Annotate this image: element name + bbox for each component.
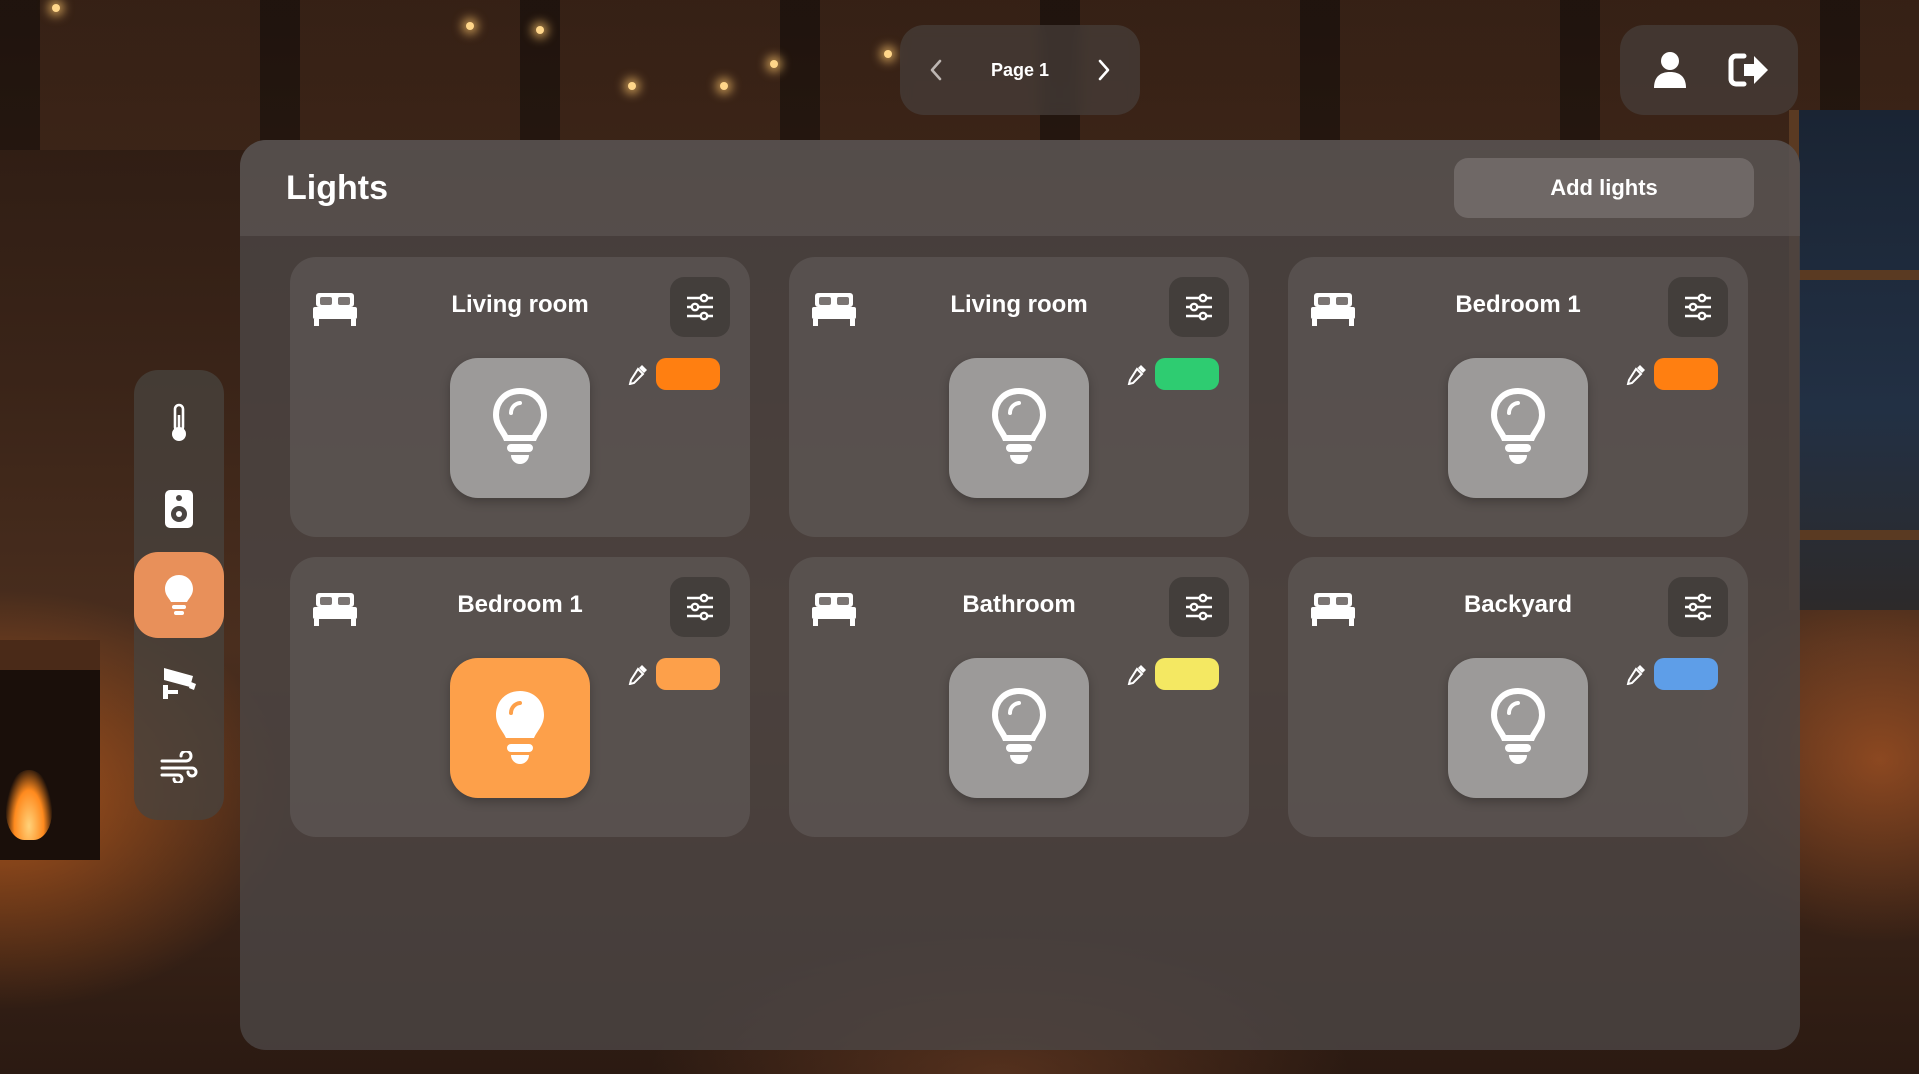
light-toggle-button[interactable] — [450, 658, 590, 798]
lights-panel: Lights Add lights Living room Living roo… — [240, 140, 1800, 1050]
eyedropper-icon[interactable] — [627, 663, 649, 685]
lightbulb-icon — [492, 387, 548, 464]
color-swatch[interactable] — [1654, 358, 1718, 390]
page-title: Lights — [286, 168, 388, 207]
light-toggle-button[interactable] — [450, 358, 590, 498]
sidebar-item-climate[interactable] — [134, 380, 224, 466]
add-lights-button[interactable]: Add lights — [1454, 158, 1754, 218]
bed-icon — [1311, 293, 1355, 326]
eyedropper-icon[interactable] — [1126, 363, 1148, 385]
category-sidebar — [134, 370, 224, 820]
lightbulb-icon — [991, 687, 1047, 764]
sidebar-item-security[interactable] — [134, 638, 224, 724]
light-toggle-button[interactable] — [1448, 358, 1588, 498]
light-card: Living room — [789, 257, 1249, 537]
thermometer-icon — [172, 403, 186, 441]
light-toggle-button[interactable] — [1448, 658, 1588, 798]
color-swatch[interactable] — [656, 658, 720, 690]
color-swatch[interactable] — [656, 358, 720, 390]
color-swatch[interactable] — [1654, 658, 1718, 690]
bed-icon — [313, 593, 357, 626]
color-swatch[interactable] — [1155, 658, 1219, 690]
settings-sliders-icon[interactable] — [670, 577, 730, 637]
account-controls — [1620, 25, 1798, 115]
room-name: Bedroom 1 — [457, 591, 583, 618]
string-light — [720, 82, 728, 90]
color-swatch[interactable] — [1155, 358, 1219, 390]
lightbulb-icon — [1490, 387, 1546, 464]
logout-icon[interactable] — [1725, 46, 1773, 94]
sidebar-item-lights[interactable] — [134, 552, 224, 638]
wind-icon — [160, 751, 198, 783]
user-icon[interactable] — [1646, 46, 1694, 94]
lights-grid: Living room Living room Bedroom 1 Bedroo… — [290, 257, 1748, 837]
light-card: Backyard — [1288, 557, 1748, 837]
settings-sliders-icon[interactable] — [1668, 577, 1728, 637]
light-toggle-button[interactable] — [949, 658, 1089, 798]
light-card: Bathroom — [789, 557, 1249, 837]
security-camera-icon — [163, 668, 196, 699]
bed-icon — [812, 593, 856, 626]
speaker-icon — [165, 490, 193, 528]
light-card: Living room — [290, 257, 750, 537]
room-name: Living room — [950, 291, 1088, 318]
light-card: Bedroom 1 — [1288, 257, 1748, 537]
bed-icon — [1311, 593, 1355, 626]
light-toggle-button[interactable] — [949, 358, 1089, 498]
bed-icon — [812, 293, 856, 326]
room-name: Backyard — [1463, 591, 1573, 618]
settings-sliders-icon[interactable] — [1668, 277, 1728, 337]
room-name: Bathroom — [962, 591, 1076, 618]
background-fireplace — [0, 640, 100, 860]
sidebar-item-ventilation[interactable] — [134, 724, 224, 810]
settings-sliders-icon[interactable] — [1169, 577, 1229, 637]
room-name: Living room — [451, 291, 589, 318]
string-light — [770, 60, 778, 68]
chevron-right-icon[interactable] — [1090, 56, 1118, 84]
lightbulb-icon — [165, 575, 193, 615]
string-light — [536, 26, 544, 34]
page-label: Page 1 — [990, 59, 1050, 80]
panel-header: Lights Add lights — [240, 140, 1800, 236]
eyedropper-icon[interactable] — [1625, 363, 1647, 385]
lightbulb-icon — [991, 387, 1047, 464]
string-light — [628, 82, 636, 90]
page-navigator: Page 1 — [900, 25, 1140, 115]
eyedropper-icon[interactable] — [1126, 663, 1148, 685]
eyedropper-icon[interactable] — [627, 363, 649, 385]
settings-sliders-icon[interactable] — [670, 277, 730, 337]
eyedropper-icon[interactable] — [1625, 663, 1647, 685]
bed-icon — [313, 293, 357, 326]
fire-flame — [6, 770, 52, 840]
light-card: Bedroom 1 — [290, 557, 750, 837]
chevron-left-icon[interactable] — [922, 56, 950, 84]
room-name: Bedroom 1 — [1455, 291, 1581, 318]
background-window — [1789, 110, 1919, 610]
string-light — [466, 22, 474, 30]
settings-sliders-icon[interactable] — [1169, 277, 1229, 337]
string-light — [884, 50, 892, 58]
lantern-light — [52, 4, 60, 12]
sidebar-item-speakers[interactable] — [134, 466, 224, 552]
lightbulb-icon — [1490, 687, 1546, 764]
lightbulb-on-icon — [496, 691, 544, 764]
